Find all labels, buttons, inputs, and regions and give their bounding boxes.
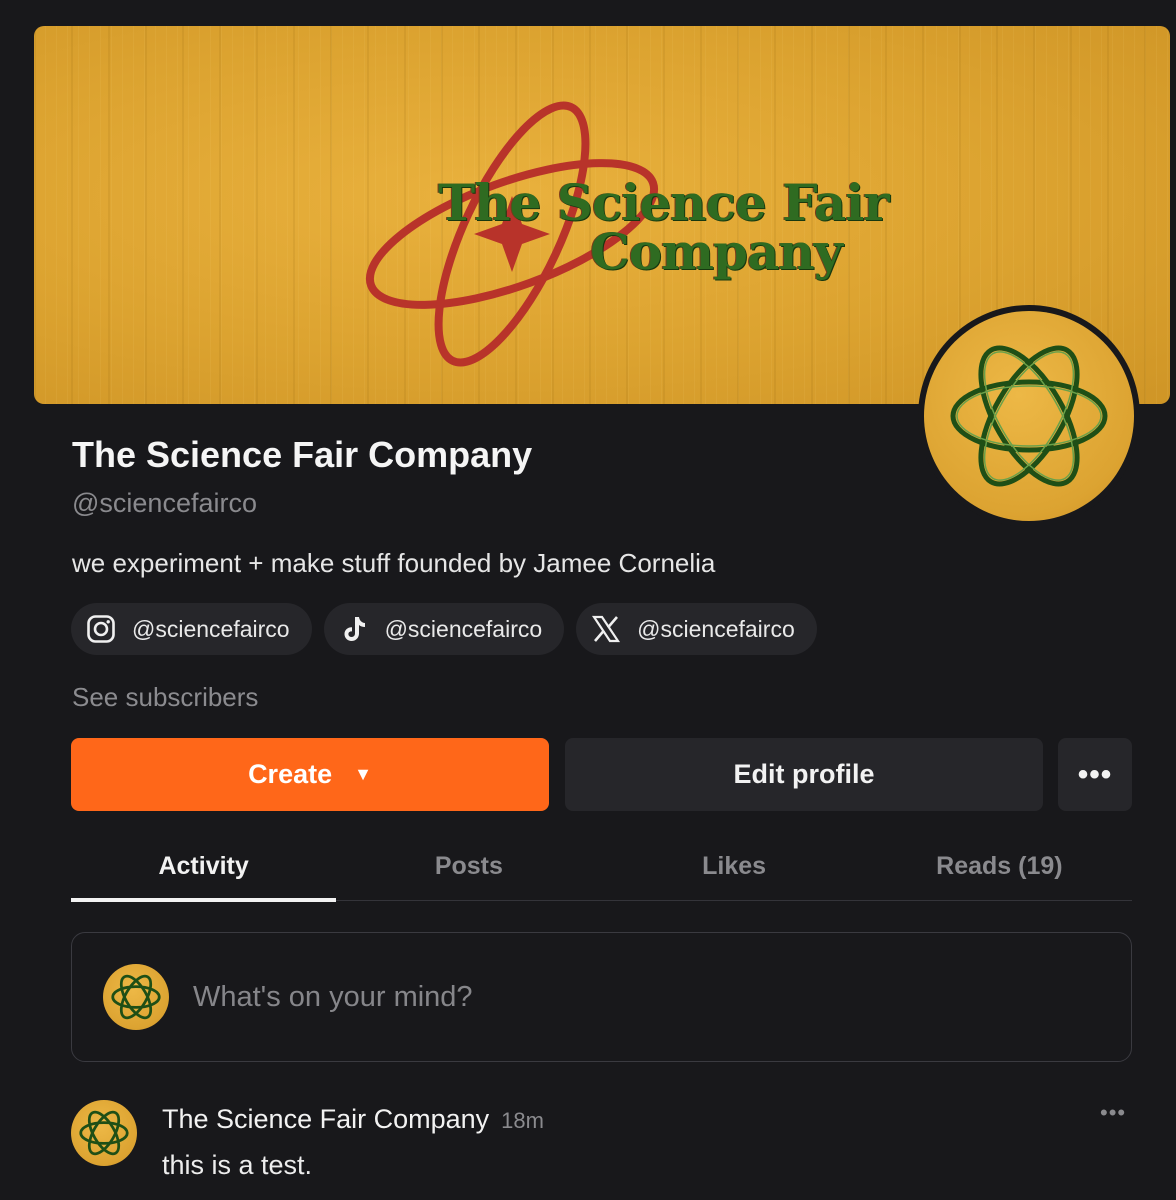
social-tiktok-link[interactable]: @sciencefairco <box>323 603 565 655</box>
social-tiktok-label: @sciencefairco <box>384 615 543 642</box>
profile-page: The Science Fair Company The Science Fai… <box>0 0 1176 1200</box>
more-options-button[interactable]: ••• <box>1058 738 1132 811</box>
profile-bio: we experiment + make stuff founded by Ja… <box>72 548 716 578</box>
profile-avatar[interactable] <box>918 305 1140 527</box>
post-author-name[interactable]: The Science Fair Company <box>162 1104 489 1134</box>
profile-tabs: Activity Posts Likes Reads (19) <box>71 838 1132 902</box>
x-icon <box>591 614 621 644</box>
post-timestamp: 18m <box>501 1108 544 1133</box>
atom-orbit-logo-icon <box>79 1110 129 1156</box>
social-instagram-link[interactable]: @sciencefairco <box>71 603 312 655</box>
social-instagram-label: @sciencefairco <box>132 615 290 642</box>
composer-avatar <box>103 964 169 1030</box>
instagram-icon <box>86 614 116 644</box>
social-x-label: @sciencefairco <box>637 615 795 642</box>
post-author-avatar[interactable] <box>71 1100 137 1166</box>
create-button[interactable]: Create ▼ <box>71 738 549 811</box>
post-more-button[interactable]: ••• <box>1100 1100 1126 1126</box>
tiktok-icon <box>339 614 369 644</box>
composer-placeholder: What's on your mind? <box>193 980 473 1013</box>
edit-profile-button[interactable]: Edit profile <box>565 738 1043 811</box>
create-button-label: Create <box>248 759 333 789</box>
tab-reads[interactable]: Reads (19) <box>867 838 1132 900</box>
tab-posts[interactable]: Posts <box>336 838 601 900</box>
profile-name: The Science Fair Company <box>72 434 533 475</box>
banner-title-line2: Company <box>590 222 843 281</box>
tab-likes[interactable]: Likes <box>602 838 867 900</box>
social-links: @sciencefairco @sciencefairco @sciencefa… <box>71 603 817 655</box>
caret-down-icon: ▼ <box>354 764 372 784</box>
profile-handle: @sciencefairco <box>72 488 257 518</box>
post-body: this is a test. <box>162 1150 313 1180</box>
atom-orbit-logo-icon <box>111 974 161 1020</box>
tab-activity[interactable]: Activity <box>71 838 337 902</box>
post-composer[interactable]: What's on your mind? <box>71 932 1132 1062</box>
post-header: The Science Fair Company 18m <box>162 1104 544 1135</box>
social-x-link[interactable]: @sciencefairco <box>576 603 817 655</box>
see-subscribers-link[interactable]: See subscribers <box>72 682 258 713</box>
atom-orbit-logo-icon <box>950 345 1108 487</box>
